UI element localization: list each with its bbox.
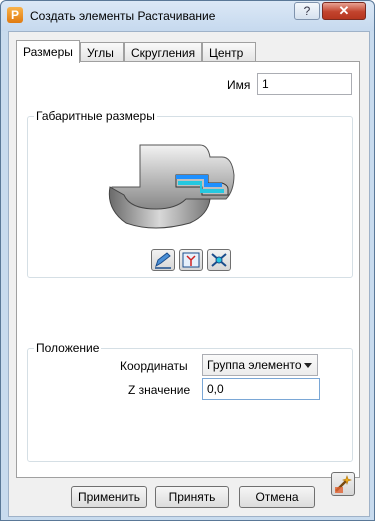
- position-group-title: Положение: [34, 341, 102, 355]
- accept-button[interactable]: Принять: [155, 486, 229, 508]
- tab-panel-dimensions: Имя 1 Габаритные размеры Положение Коорд…: [16, 61, 360, 496]
- coordinates-label: Координаты: [120, 359, 188, 373]
- dialog-client: Размеры Углы Скругления Центр Имя 1 Габа…: [8, 31, 370, 517]
- cancel-button[interactable]: Отмена: [239, 486, 315, 508]
- apply-button[interactable]: Применить: [71, 486, 147, 508]
- dimensions-group-title: Габаритные размеры: [34, 109, 157, 123]
- help-button[interactable]: ?: [294, 2, 320, 20]
- dimensions-group: Габаритные размеры: [27, 109, 353, 278]
- title-bar[interactable]: P Создать элементы Растачивание ? ✕: [1, 1, 374, 31]
- tab-angles[interactable]: Углы: [80, 42, 124, 61]
- tab-center[interactable]: Центр: [202, 42, 256, 61]
- position-group: Положение Координаты Группа элементо Z з…: [27, 341, 353, 462]
- name-label: Имя: [227, 78, 251, 92]
- app-icon: P: [7, 7, 23, 23]
- window-title: Создать элементы Растачивание: [30, 9, 216, 23]
- tab-fillets[interactable]: Скругления: [124, 42, 202, 61]
- measure-button[interactable]: [207, 249, 231, 271]
- edit-icon: [155, 252, 171, 269]
- z-value-label: Z значение: [128, 383, 191, 397]
- z-value-field[interactable]: 0,0: [202, 378, 320, 400]
- name-field[interactable]: 1: [257, 73, 352, 95]
- coordinates-select[interactable]: Группа элементо: [202, 354, 318, 376]
- star-select-icon: [182, 252, 200, 268]
- measure-icon: [211, 253, 227, 267]
- tab-dimensions[interactable]: Размеры: [16, 40, 80, 63]
- wand-icon: [335, 475, 352, 493]
- coordinates-value: Группа элементо: [207, 358, 302, 372]
- chevron-down-icon: [304, 363, 312, 368]
- edit-sketch-button[interactable]: [151, 249, 175, 271]
- wizard-button[interactable]: [331, 472, 355, 496]
- select-profile-button[interactable]: [179, 249, 203, 271]
- close-button[interactable]: ✕: [322, 2, 366, 20]
- dialog-window: P Создать элементы Растачивание ? ✕ Разм…: [0, 0, 375, 521]
- boring-feature-illustration: [108, 144, 235, 229]
